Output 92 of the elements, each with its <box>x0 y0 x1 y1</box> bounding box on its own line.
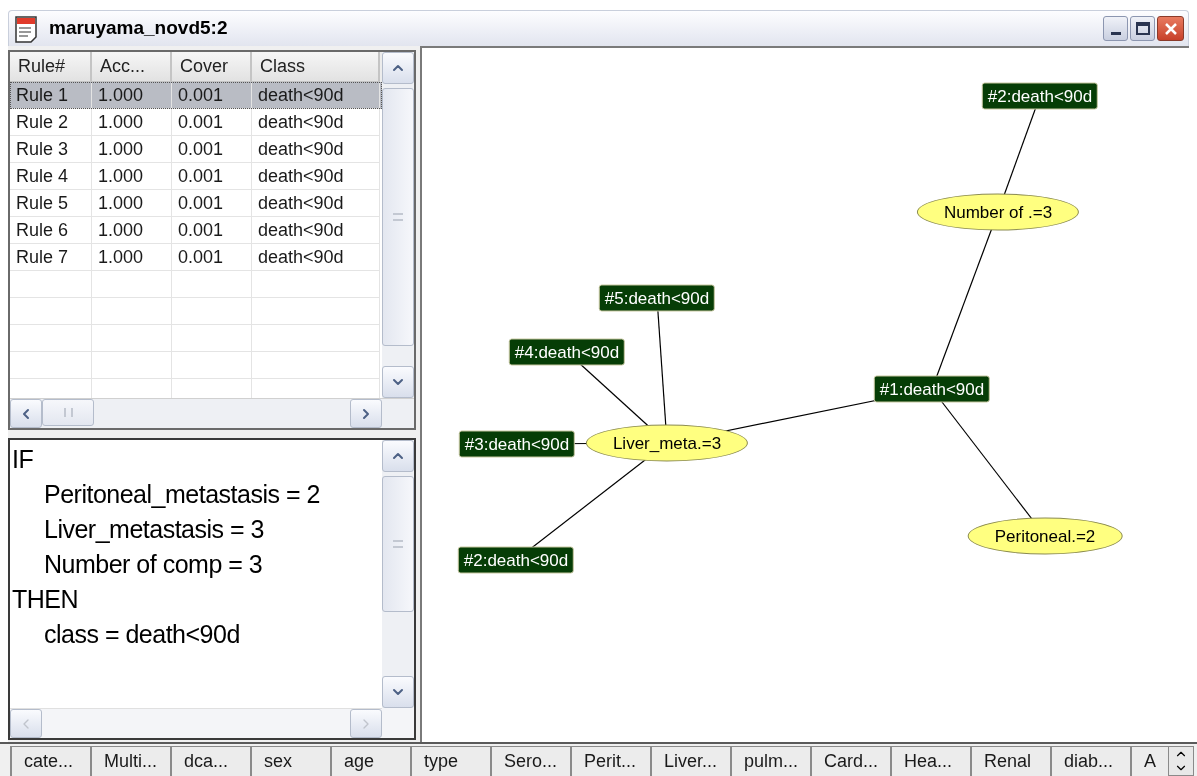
attribute-tab[interactable]: Renal <box>970 746 1051 776</box>
attribute-tab[interactable]: age <box>330 746 410 776</box>
table-cell: 1.000 <box>92 109 172 136</box>
table-cell: death<90d <box>252 109 380 136</box>
attribute-tab[interactable]: cate... <box>10 746 90 776</box>
maximize-icon <box>1135 22 1150 35</box>
rule-keyword: IF <box>11 444 34 475</box>
attribute-tab[interactable]: dca... <box>170 746 250 776</box>
rule-condition: Liver_metastasis = 3 <box>43 514 264 545</box>
rule-condition: Peritoneal_metastasis = 2 <box>43 479 320 510</box>
class-node[interactable]: #2:death<90d <box>981 82 1099 110</box>
attribute-tab[interactable]: Card... <box>810 746 891 776</box>
table-cell: 1.000 <box>92 217 172 244</box>
scroll-down-button[interactable] <box>382 676 414 708</box>
column-header[interactable]: Rule# <box>10 52 92 82</box>
table-row[interactable]: Rule 1 1.000 0.001 death<90d <box>10 82 382 109</box>
table-cell: 0.001 <box>172 109 252 136</box>
table-cell: death<90d <box>252 244 380 271</box>
class-node[interactable]: #1:death<90d <box>873 375 991 403</box>
table-cell: 0.001 <box>172 244 252 271</box>
class-node[interactable]: #5:death<90d <box>598 284 716 312</box>
table-row[interactable]: Rule 4 1.000 0.001 death<90d <box>10 163 382 190</box>
table-cell: 1.000 <box>92 82 172 109</box>
column-header[interactable]: Class <box>252 52 380 82</box>
table-row[interactable]: Rule 6 1.000 0.001 death<90d <box>10 217 382 244</box>
table-cell: 0.001 <box>172 136 252 163</box>
scroll-down-button[interactable] <box>382 366 414 398</box>
scroll-thumb[interactable] <box>382 476 414 612</box>
table-cell: death<90d <box>252 82 380 109</box>
rule-condition: Number of comp = 3 <box>43 549 263 580</box>
rule-condition: class = death<90d <box>43 619 240 650</box>
scroll-thumb[interactable] <box>382 88 414 346</box>
class-node[interactable]: #3:death<90d <box>458 430 576 458</box>
table-row[interactable]: Rule 5 1.000 0.001 death<90d <box>10 190 382 217</box>
class-node[interactable]: #2:death<90d <box>457 546 575 574</box>
condition-node[interactable]: Peritoneal.=2 <box>967 517 1123 555</box>
close-icon <box>1163 21 1178 36</box>
table-cell: Rule 2 <box>10 109 92 136</box>
scroll-up-button[interactable] <box>382 52 414 84</box>
close-button[interactable] <box>1157 16 1184 41</box>
table-cell: Rule 7 <box>10 244 92 271</box>
attribute-tab[interactable]: type <box>410 746 490 776</box>
condition-node[interactable]: Number of .=3 <box>916 193 1080 231</box>
attribute-tab[interactable]: sex <box>250 746 330 776</box>
column-header[interactable]: Cover <box>172 52 252 82</box>
maximize-button[interactable] <box>1130 16 1155 41</box>
table-row[interactable]: Rule 3 1.000 0.001 death<90d <box>10 136 382 163</box>
attribute-tab[interactable]: Sero... <box>490 746 570 776</box>
table-cell: 1.000 <box>92 163 172 190</box>
table-cell: death<90d <box>252 190 380 217</box>
attribute-tab[interactable]: Liver... <box>650 746 730 776</box>
rule-keyword: THEN <box>11 584 79 615</box>
grip-icon <box>393 540 403 548</box>
table-cell: 0.001 <box>172 82 252 109</box>
condition-node[interactable]: Liver_meta.=3 <box>585 424 749 462</box>
table-row[interactable]: Rule 7 1.000 0.001 death<90d <box>10 244 382 271</box>
table-cell: Rule 6 <box>10 217 92 244</box>
attribute-tab[interactable]: diab... <box>1050 746 1131 776</box>
attribute-tab[interactable]: A <box>1130 746 1169 776</box>
table-cell: 1.000 <box>92 244 172 271</box>
class-node[interactable]: #4:death<90d <box>508 338 626 366</box>
grip-icon <box>63 408 73 417</box>
table-cell: 0.001 <box>172 217 252 244</box>
table-cell: 1.000 <box>92 190 172 217</box>
grip-icon <box>393 213 403 221</box>
table-cell: death<90d <box>252 217 380 244</box>
attribute-tab[interactable]: Perit... <box>570 746 650 776</box>
scroll-thumb[interactable] <box>42 399 94 426</box>
table-cell: 0.001 <box>172 190 252 217</box>
minimize-icon <box>1110 32 1121 35</box>
table-cell: 0.001 <box>172 163 252 190</box>
table-cell: death<90d <box>252 163 380 190</box>
vertical-scrollbar[interactable] <box>382 52 414 398</box>
table-cell: Rule 1 <box>10 82 92 109</box>
horizontal-scrollbar[interactable] <box>10 399 382 428</box>
scroll-up-button[interactable] <box>382 440 414 472</box>
table-cell: death<90d <box>252 136 380 163</box>
minimize-button[interactable] <box>1103 16 1128 41</box>
column-header[interactable]: Acc... <box>92 52 172 82</box>
scroll-left-button[interactable] <box>10 399 42 428</box>
attribute-tab[interactable]: pulm... <box>730 746 811 776</box>
attribute-tab[interactable]: Hea... <box>890 746 971 776</box>
window-title: maruyama_novd5:2 <box>49 16 228 41</box>
table-cell: Rule 3 <box>10 136 92 163</box>
vertical-scrollbar[interactable] <box>382 440 414 708</box>
tab-scroll-spinner[interactable] <box>1168 746 1195 776</box>
table-cell: Rule 5 <box>10 190 92 217</box>
table-cell: Rule 4 <box>10 163 92 190</box>
table-row[interactable]: Rule 2 1.000 0.001 death<90d <box>10 109 382 136</box>
scroll-right-button[interactable] <box>350 399 382 428</box>
table-cell: 1.000 <box>92 136 172 163</box>
attribute-tab[interactable]: Multi... <box>90 746 170 776</box>
